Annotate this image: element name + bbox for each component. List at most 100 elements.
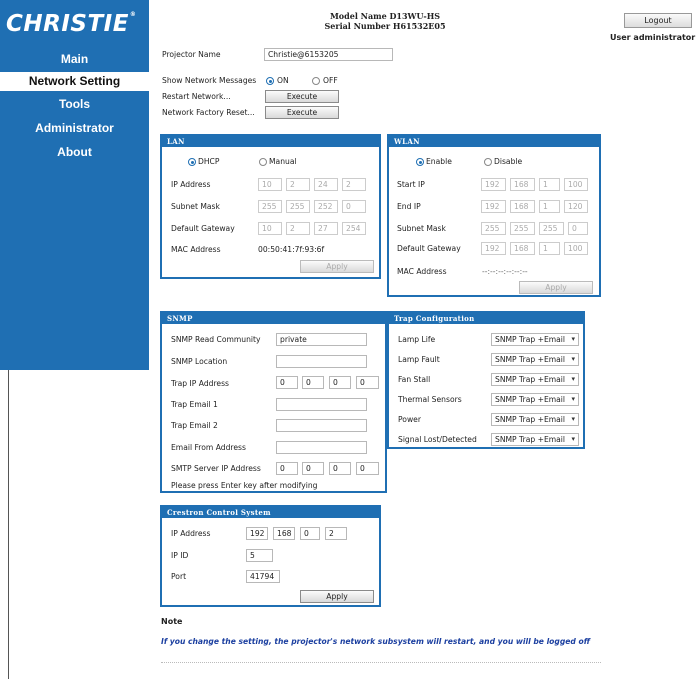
wlan-subnet-octet-3[interactable]: 255 bbox=[539, 222, 564, 235]
select-value: SNMP Trap +Email bbox=[495, 395, 566, 404]
lan-subnet-octet-4[interactable]: 0 bbox=[342, 200, 366, 213]
user-label: User administrator bbox=[610, 33, 696, 42]
lan-subnet-octet-1[interactable]: 255 bbox=[258, 200, 282, 213]
lan-ip-octet-2[interactable]: 2 bbox=[286, 178, 310, 191]
crestron-ip-octet-2[interactable]: 168 bbox=[273, 527, 295, 540]
crestron-ip-octet-4[interactable]: 2 bbox=[325, 527, 347, 540]
sidebar-nav: Main Network Setting Tools Administrator… bbox=[0, 45, 149, 370]
wlan-start-ip-octet-2[interactable]: 168 bbox=[510, 178, 535, 191]
wlan-apply-button[interactable]: Apply bbox=[519, 281, 593, 294]
lan-subnet-octet-3[interactable]: 252 bbox=[314, 200, 338, 213]
lan-subnet-octet-2[interactable]: 255 bbox=[286, 200, 310, 213]
trap-row-label: Thermal Sensors bbox=[398, 395, 462, 404]
nav-item-tools[interactable]: Tools bbox=[0, 95, 149, 113]
lan-ip-octet-4[interactable]: 2 bbox=[342, 178, 366, 191]
smtp-ip-label: SMTP Server IP Address bbox=[171, 464, 261, 473]
wlan-gateway-octet-4[interactable]: 100 bbox=[564, 242, 588, 255]
wlan-start-ip-octet-1[interactable]: 192 bbox=[481, 178, 506, 191]
smtp-ip-octet-3[interactable]: 0 bbox=[329, 462, 351, 475]
crestron-ip-octet-1[interactable]: 192 bbox=[246, 527, 268, 540]
crestron-port-input[interactable]: 41794 bbox=[246, 570, 280, 583]
wlan-end-ip-octet-1[interactable]: 192 bbox=[481, 200, 506, 213]
lan-apply-button[interactable]: Apply bbox=[300, 260, 374, 273]
lan-ip-octet-3[interactable]: 24 bbox=[314, 178, 338, 191]
wlan-end-ip-label: End IP bbox=[397, 202, 421, 211]
wlan-subnet-octet-1[interactable]: 255 bbox=[481, 222, 506, 235]
show-messages-label: Show Network Messages bbox=[162, 76, 257, 85]
nav-item-administrator[interactable]: Administrator bbox=[0, 119, 149, 137]
smtp-ip-octet-2[interactable]: 0 bbox=[302, 462, 324, 475]
wlan-end-ip-octet-4[interactable]: 120 bbox=[564, 200, 588, 213]
snmp-hint: Please press Enter key after modifying bbox=[171, 481, 318, 490]
lan-gateway-octet-2[interactable]: 2 bbox=[286, 222, 310, 235]
restart-execute-button[interactable]: Execute bbox=[265, 90, 339, 103]
trap-ip-label: Trap IP Address bbox=[171, 379, 230, 388]
smtp-ip-octet-4[interactable]: 0 bbox=[356, 462, 379, 475]
wlan-enable-radio[interactable] bbox=[416, 158, 424, 166]
fan-stall-select[interactable]: SNMP Trap +Email ▾ bbox=[491, 373, 579, 386]
nav-item-network-setting[interactable]: Network Setting bbox=[0, 72, 149, 91]
trap-ip-octet-2[interactable]: 0 bbox=[302, 376, 324, 389]
trap-ip-octet-4[interactable]: 0 bbox=[356, 376, 379, 389]
trap-email2-input[interactable] bbox=[276, 419, 367, 432]
dhcp-label: DHCP bbox=[198, 157, 220, 166]
dropdown-arrow-icon: ▾ bbox=[571, 335, 575, 343]
email-from-input[interactable] bbox=[276, 441, 367, 454]
wlan-subnet-label: Subnet Mask bbox=[397, 224, 446, 233]
wlan-start-ip-octet-3[interactable]: 1 bbox=[539, 178, 560, 191]
crestron-ipid-input[interactable]: 5 bbox=[246, 549, 273, 562]
lan-ip-octet-1[interactable]: 10 bbox=[258, 178, 282, 191]
wlan-enable-label: Enable bbox=[426, 157, 452, 166]
factory-reset-execute-button[interactable]: Execute bbox=[265, 106, 339, 119]
show-messages-off-radio[interactable] bbox=[312, 77, 320, 85]
trap-config-title: Trap Configuration bbox=[389, 313, 583, 324]
trap-email1-input[interactable] bbox=[276, 398, 367, 411]
wlan-end-ip-octet-3[interactable]: 1 bbox=[539, 200, 560, 213]
wlan-gateway-octet-3[interactable]: 1 bbox=[539, 242, 560, 255]
wlan-disable-label: Disable bbox=[494, 157, 523, 166]
wlan-panel: WLAN Enable Disable Start IP 192 168 1 1… bbox=[387, 134, 601, 297]
signal-lost-select[interactable]: SNMP Trap +Email ▾ bbox=[491, 433, 579, 446]
nav-item-about[interactable]: About bbox=[0, 143, 149, 161]
lan-gateway-octet-1[interactable]: 10 bbox=[258, 222, 282, 235]
logo-mark: ® bbox=[129, 11, 137, 18]
dropdown-arrow-icon: ▾ bbox=[571, 395, 575, 403]
trap-row-label: Lamp Life bbox=[398, 335, 436, 344]
logout-button[interactable]: Logout bbox=[624, 13, 692, 28]
wlan-mac-label: MAC Address bbox=[397, 267, 447, 276]
manual-radio[interactable] bbox=[259, 158, 267, 166]
factory-reset-label: Network Factory Reset... bbox=[162, 108, 255, 117]
show-messages-on-radio[interactable] bbox=[266, 77, 274, 85]
crestron-ip-label: IP Address bbox=[171, 529, 211, 538]
trap-ip-octet-1[interactable]: 0 bbox=[276, 376, 298, 389]
wlan-gateway-octet-1[interactable]: 192 bbox=[481, 242, 506, 255]
projector-name-input[interactable]: Christie@6153205 bbox=[264, 48, 393, 61]
wlan-subnet-octet-4[interactable]: 0 bbox=[568, 222, 588, 235]
wlan-start-ip-octet-4[interactable]: 100 bbox=[564, 178, 588, 191]
trap-ip-octet-3[interactable]: 0 bbox=[329, 376, 351, 389]
smtp-ip-octet-1[interactable]: 0 bbox=[276, 462, 298, 475]
thermal-sensors-select[interactable]: SNMP Trap +Email ▾ bbox=[491, 393, 579, 406]
crestron-apply-button[interactable]: Apply bbox=[300, 590, 374, 603]
wlan-disable-radio[interactable] bbox=[484, 158, 492, 166]
trap-email2-label: Trap Email 2 bbox=[171, 421, 218, 430]
power-select[interactable]: SNMP Trap +Email ▾ bbox=[491, 413, 579, 426]
wlan-subnet-octet-2[interactable]: 255 bbox=[510, 222, 535, 235]
crestron-title: Crestron Control System bbox=[162, 507, 379, 518]
snmp-location-input[interactable] bbox=[276, 355, 367, 368]
trap-row-label: Signal Lost/Detected bbox=[398, 435, 477, 444]
crestron-ip-octet-3[interactable]: 0 bbox=[300, 527, 320, 540]
dhcp-radio[interactable] bbox=[188, 158, 196, 166]
lan-subnet-label: Subnet Mask bbox=[171, 202, 220, 211]
crestron-ipid-label: IP ID bbox=[171, 551, 189, 560]
nav-item-main[interactable]: Main bbox=[0, 50, 149, 68]
lan-gateway-octet-3[interactable]: 27 bbox=[314, 222, 338, 235]
snmp-read-community-input[interactable]: private bbox=[276, 333, 367, 346]
wlan-end-ip-octet-2[interactable]: 168 bbox=[510, 200, 535, 213]
lamp-life-select[interactable]: SNMP Trap +Email ▾ bbox=[491, 333, 579, 346]
lan-gateway-octet-4[interactable]: 254 bbox=[342, 222, 366, 235]
wlan-gateway-octet-2[interactable]: 168 bbox=[510, 242, 535, 255]
divider bbox=[161, 662, 601, 663]
lamp-fault-select[interactable]: SNMP Trap +Email ▾ bbox=[491, 353, 579, 366]
lan-ip-label: IP Address bbox=[171, 180, 211, 189]
